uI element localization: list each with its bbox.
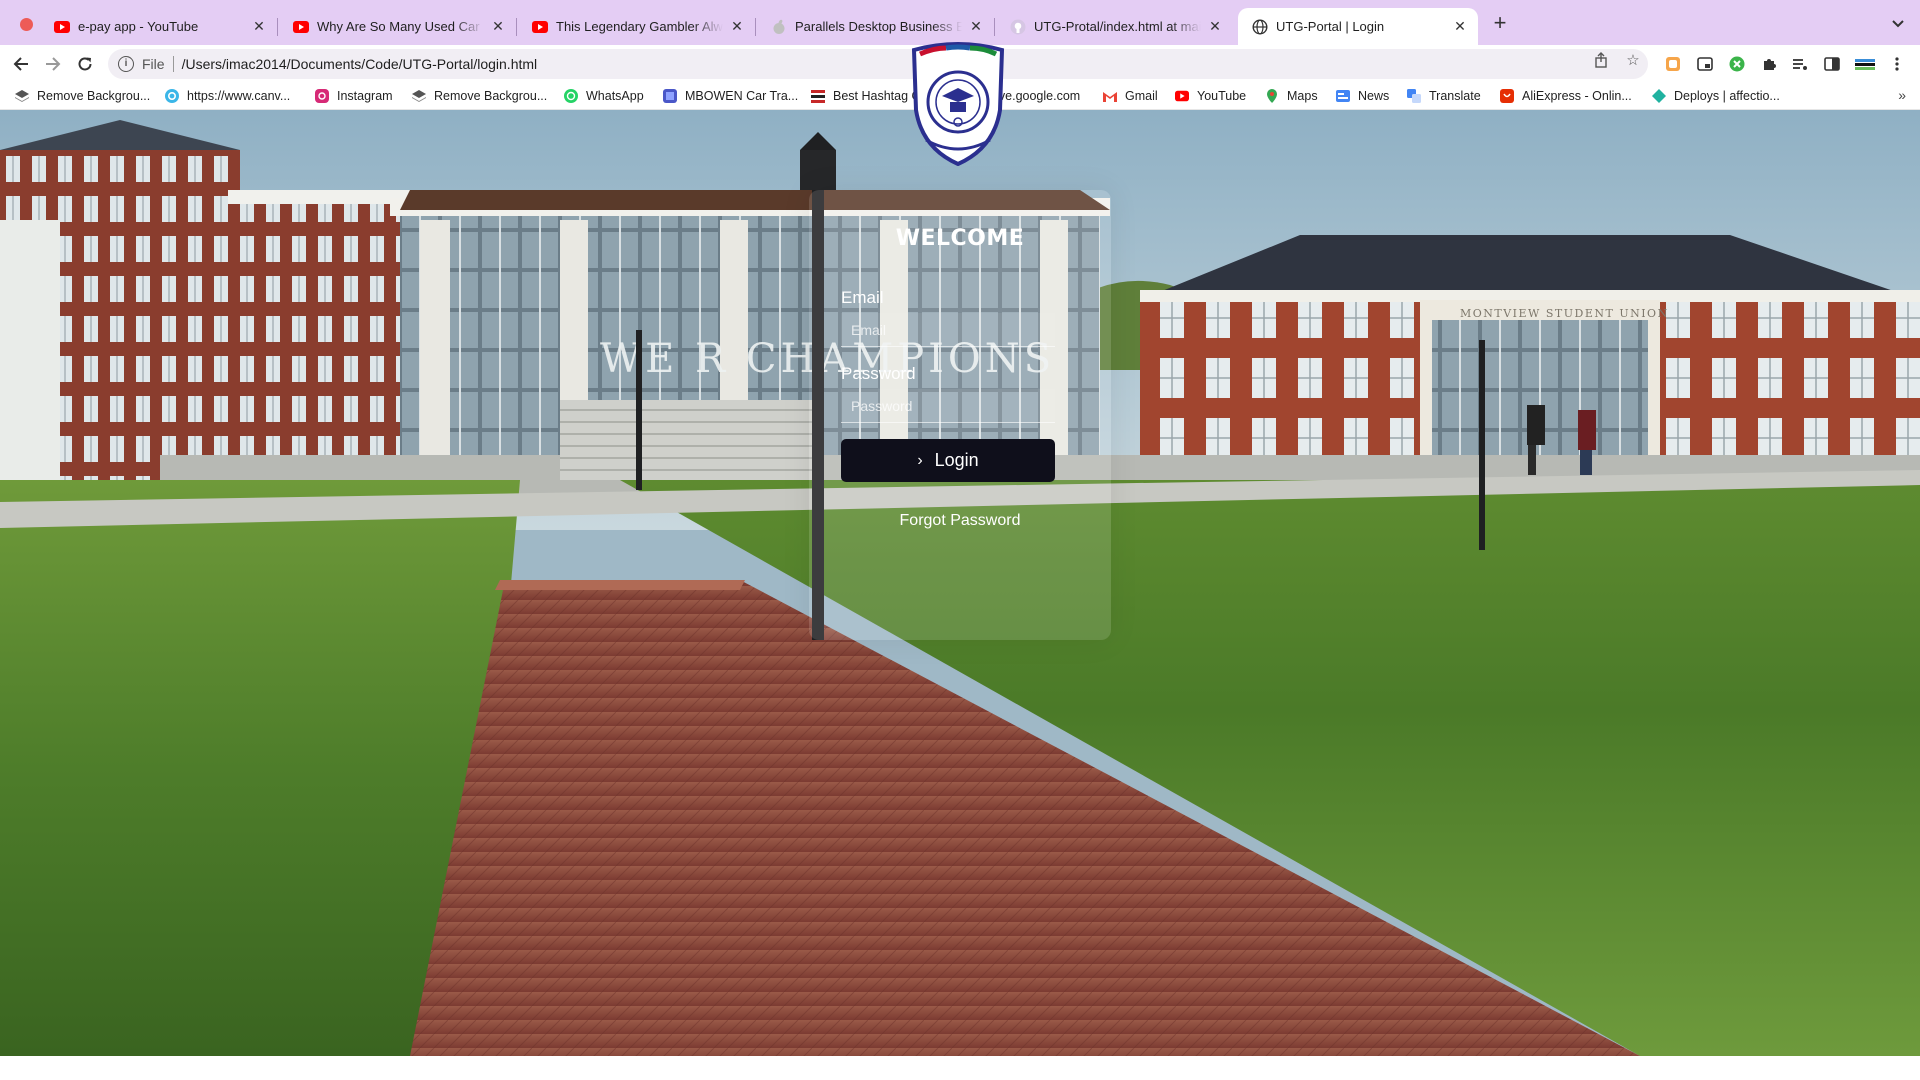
welcome-heading: WELCOME [895,226,1025,251]
bookmark-item[interactable]: Translate [1407,87,1481,105]
youtube-icon [54,19,70,35]
share-icon[interactable] [1593,52,1609,68]
aliexpress-icon [1500,89,1514,103]
close-icon[interactable]: ✕ [1452,18,1468,35]
whatsapp-icon [564,89,578,103]
building-sign-text: MONTVIEW STUDENT UNION [1460,307,1669,320]
youtube-icon [532,19,548,35]
address-bar[interactable]: i File /Users/imac2014/Documents/Code/UT… [108,49,1648,79]
tab-separator [277,18,278,36]
browser-tab[interactable]: This Legendary Gambler Always Wins ✕ [518,8,756,45]
address-scheme: File [142,56,165,72]
bookmark-app-icon [663,89,677,103]
tab-title: UTG-Portal | Login [1276,19,1385,34]
extension-green-icon[interactable] [1728,55,1746,73]
tab-title: This Legendary Gambler Always Wins [556,19,723,34]
kebab-menu-icon[interactable] [1888,55,1906,73]
youtube-icon [293,19,309,35]
email-input[interactable] [841,313,1055,347]
bookmark-item[interactable]: https://www.canv... [165,87,290,105]
tab-title: Parallels Desktop Business Edition [795,19,962,34]
tab-separator [755,18,756,36]
tab-title: Why Are So Many Used Car Stores Going Ou… [317,19,484,34]
bookmark-item[interactable]: MBOWEN Car Tra... [663,87,798,105]
bookmark-item[interactable]: Remove Backgrou... [412,87,547,105]
canva-icon [165,89,179,103]
side-panel-icon[interactable] [1823,55,1841,73]
new-tab-button[interactable]: + [1488,12,1512,36]
tab-title: UTG-Protal/index.html at main [1034,19,1201,34]
tab-separator [516,18,517,36]
bookmark-item[interactable]: WhatsApp [564,87,644,105]
university-crest-logo [911,42,1005,166]
close-icon[interactable]: ✕ [251,18,267,35]
reload-icon[interactable] [74,53,96,75]
bookmark-item[interactable]: News [1336,87,1389,105]
close-icon[interactable]: ✕ [1207,18,1223,35]
close-icon[interactable]: ✕ [490,18,506,35]
removebg-icon [15,89,29,103]
tab-strip: e-pay app - YouTube ✕ Why Are So Many Us… [0,0,1920,45]
browser-tab-active[interactable]: UTG-Portal | Login ✕ [1238,8,1478,45]
youtube-icon [1175,89,1189,103]
bookmark-item[interactable]: Gmail [1103,87,1158,105]
password-input[interactable] [841,389,1055,423]
browser-tab[interactable]: e-pay app - YouTube ✕ [40,8,278,45]
globe-icon [1252,18,1268,35]
gmail-icon [1103,89,1117,103]
puzzle-extensions-icon[interactable] [1760,55,1778,73]
forward-arrow-icon[interactable] [42,53,64,75]
github-icon [1010,19,1026,35]
reading-list-icon[interactable] [1791,55,1809,73]
tab-title: e-pay app - YouTube [78,19,199,34]
bookmarks-overflow-icon[interactable]: » [1898,87,1906,103]
window-close-dot[interactable] [20,18,33,31]
instagram-icon [315,89,329,103]
picture-in-picture-icon[interactable] [1696,55,1714,73]
page-bottom-strip [0,1056,1920,1080]
page-viewport: WE R CHAMPIONS MONTVIEW STUDENT UNION [0,110,1920,1056]
address-url[interactable]: /Users/imac2014/Documents/Code/UTG-Porta… [182,56,538,72]
apple-icon [771,19,787,35]
star-icon[interactable]: ☆ [1625,52,1641,69]
close-icon[interactable]: ✕ [968,18,984,35]
close-icon[interactable]: ✕ [729,18,745,35]
email-label: Email [841,288,884,307]
browser-tab[interactable]: UTG-Protal/index.html at main ✕ [996,8,1233,45]
login-button-label: Login [934,450,979,470]
bookmark-item[interactable]: AliExpress - Onlin... [1500,87,1632,105]
bookmark-item[interactable]: YouTube [1175,87,1246,105]
translate-icon [1407,89,1421,103]
netlify-icon [1652,89,1666,103]
profile-avatar-icon[interactable] [1854,55,1876,73]
address-divider [172,56,174,72]
bookmark-item[interactable]: Maps [1265,87,1318,105]
chevron-right-icon: › [917,451,923,469]
bookmark-item[interactable]: Instagram [315,87,393,105]
hashtag-icon [811,89,825,103]
password-label: Password [841,364,916,383]
back-arrow-icon[interactable] [10,53,32,75]
bookmark-item[interactable]: Deploys | affectio... [1652,87,1780,105]
info-icon[interactable]: i [118,56,134,72]
maps-icon [1265,89,1279,103]
bookmark-item[interactable]: Remove Backgrou... [15,87,150,105]
tab-search-chevron-icon[interactable] [1888,14,1908,34]
news-icon [1336,89,1350,103]
browser-tab[interactable]: Why Are So Many Used Car Stores Going Ou… [279,8,517,45]
forgot-password-link[interactable]: Forgot Password [809,512,1111,530]
login-button[interactable]: › Login [841,439,1055,482]
tab-separator [994,18,995,36]
removebg-icon [412,89,426,103]
extension-orange-icon[interactable] [1664,55,1682,73]
